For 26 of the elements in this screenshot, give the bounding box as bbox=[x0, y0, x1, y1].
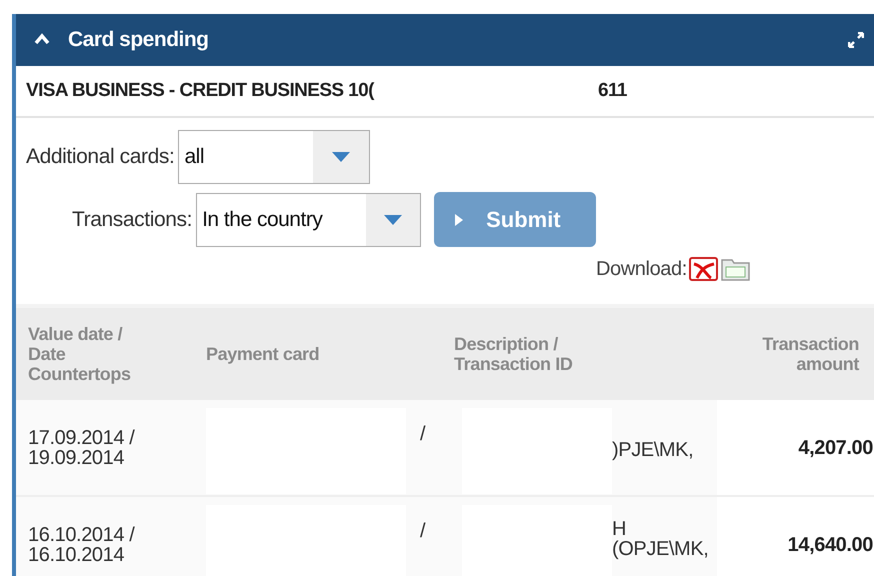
table-cell: / bbox=[420, 521, 426, 541]
table-cell: )PJE\MK, bbox=[612, 440, 694, 460]
table-cell: / bbox=[420, 424, 426, 444]
chevron-icon bbox=[34, 33, 50, 45]
table-cell-text: 14,640.00 bbox=[786, 532, 874, 558]
filter-label: Additional cards: bbox=[26, 145, 174, 169]
column-header: Payment card bbox=[205, 343, 320, 366]
column-header: Value date / Date Countertops bbox=[27, 323, 132, 386]
dropdown-arrow-icon bbox=[331, 151, 352, 163]
card-number: 611 bbox=[598, 80, 627, 102]
table-cell: 17.09.2014 / 19.09.2014 bbox=[16, 400, 192, 495]
dropdown-field[interactable]: all bbox=[178, 130, 370, 184]
filter-label: Transactions: bbox=[72, 208, 192, 232]
collapse-button[interactable] bbox=[34, 33, 52, 47]
play-icon bbox=[454, 212, 464, 226]
table-cell: 16.10.2014 / 16.10.2014 bbox=[16, 497, 192, 576]
card-name: VISA BUSINESS - CREDIT BUSINESS 10( bbox=[26, 80, 376, 102]
table-cell: H (OPJE\MK, bbox=[612, 519, 708, 559]
dropdown-field[interactable]: In the country bbox=[196, 192, 422, 246]
column-header: Transaction amount bbox=[761, 333, 860, 376]
column-header: Description / Transaction ID bbox=[453, 333, 574, 376]
panel-title: Card spending bbox=[68, 28, 209, 52]
dropdown-arrow-icon bbox=[383, 214, 404, 226]
expand-icon[interactable] bbox=[848, 32, 864, 48]
download-label: Download: bbox=[596, 258, 687, 280]
table-cell-text: 4,207.00 bbox=[797, 436, 874, 460]
